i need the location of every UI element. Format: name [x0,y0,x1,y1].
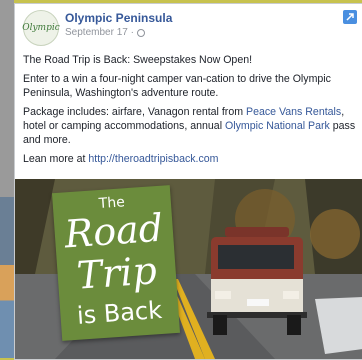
page-name-link[interactable]: Olympic Peninsula [65,11,172,25]
post-date[interactable]: September 17 · [65,27,134,38]
post-package: Package includes: airfare, Vanagon renta… [23,105,361,147]
avatar-logo-text: Olympic [22,23,60,33]
background-strip [0,0,14,358]
national-park-link[interactable]: Olympic National Park [225,120,330,132]
post-headline: The Road Trip is Back: Sweepstakes Now O… [23,54,253,66]
post-text: The Road Trip is Back: Sweepstakes Now O… [23,53,361,171]
facebook-post: Olympic Olympic Peninsula September 17 ·… [14,3,362,360]
expand-icon[interactable] [343,10,357,24]
post-image[interactable]: The Road Trip is Back [15,179,362,359]
learn-more-prefix: Lean more at [23,153,89,165]
post-header: Olympic Olympic Peninsula September 17 · [15,4,362,48]
road-trip-badge: The Road Trip is Back [51,185,181,341]
package-text: Package includes: airfare, Vanagon renta… [23,106,246,118]
website-link[interactable]: http://theroadtripisback.com [88,153,218,165]
badge-trip: Trip [75,248,159,298]
post-meta: September 17 · [65,27,145,38]
badge-is-back: is Back [76,295,163,330]
page-avatar[interactable]: Olympic [22,10,60,46]
peace-vans-link[interactable]: Peace Vans Rentals [246,106,341,118]
learn-more: Lean more at http://theroadtripisback.co… [23,152,361,166]
post-paragraph: Enter to a win a four-night camper van-c… [23,73,331,99]
globe-icon [136,28,145,37]
